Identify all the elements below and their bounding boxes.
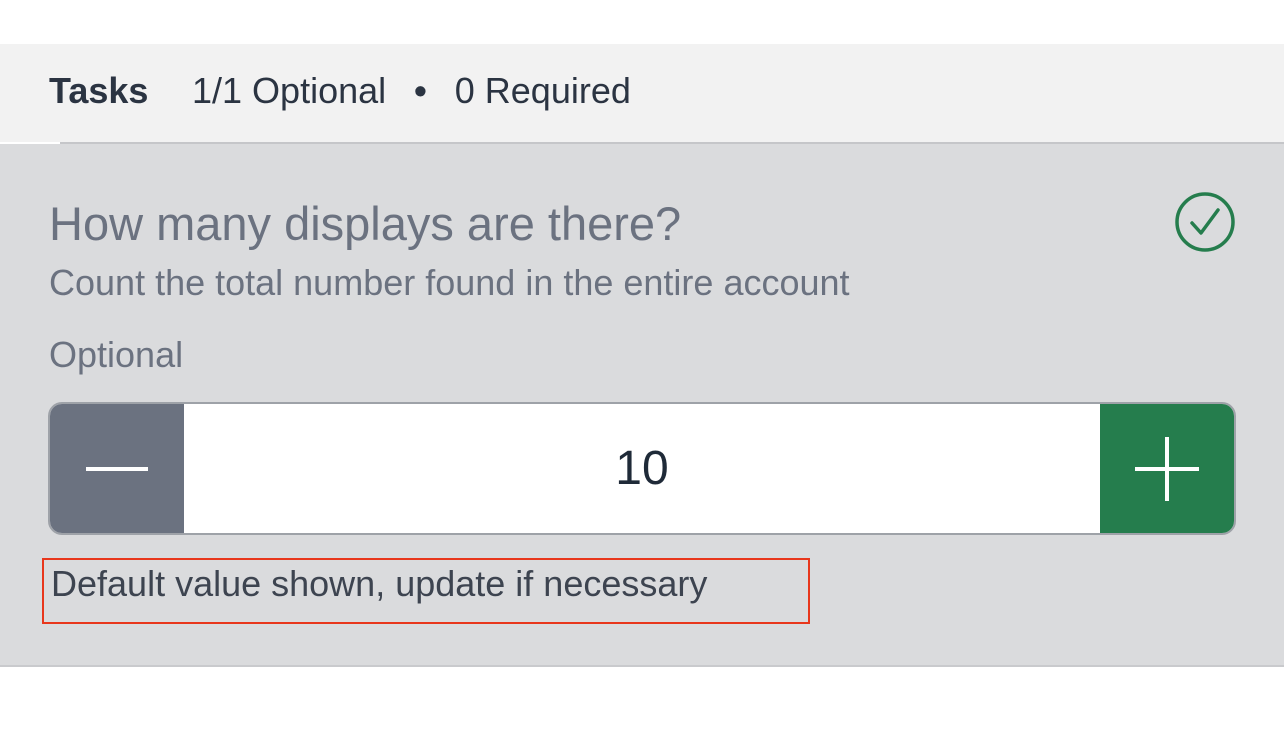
task-description: Count the total number found in the enti… — [49, 262, 850, 303]
plus-icon — [1135, 436, 1199, 501]
optional-count: 1/1 Optional — [192, 70, 387, 111]
increment-button[interactable] — [1100, 404, 1234, 533]
requirement-label: Optional — [49, 334, 184, 375]
task-question: How many displays are there? — [49, 197, 682, 250]
default-value-hint: Default value shown, update if necessary — [42, 558, 810, 624]
check-circle-icon — [1175, 192, 1235, 252]
minus-icon — [86, 466, 148, 471]
task-card: How many displays are there? Count the t… — [0, 144, 1284, 667]
task-summary: 1/1 Optional • 0 Required — [192, 70, 631, 112]
stepper-value-input[interactable]: 10 — [184, 404, 1100, 533]
required-count: 0 Required — [454, 70, 631, 111]
tasks-header: Tasks 1/1 Optional • 0 Required — [0, 44, 1284, 142]
decrement-button[interactable] — [50, 404, 184, 533]
separator-dot: • — [414, 70, 427, 111]
header-title: Tasks — [49, 70, 149, 111]
quantity-stepper: 10 — [48, 402, 1236, 535]
